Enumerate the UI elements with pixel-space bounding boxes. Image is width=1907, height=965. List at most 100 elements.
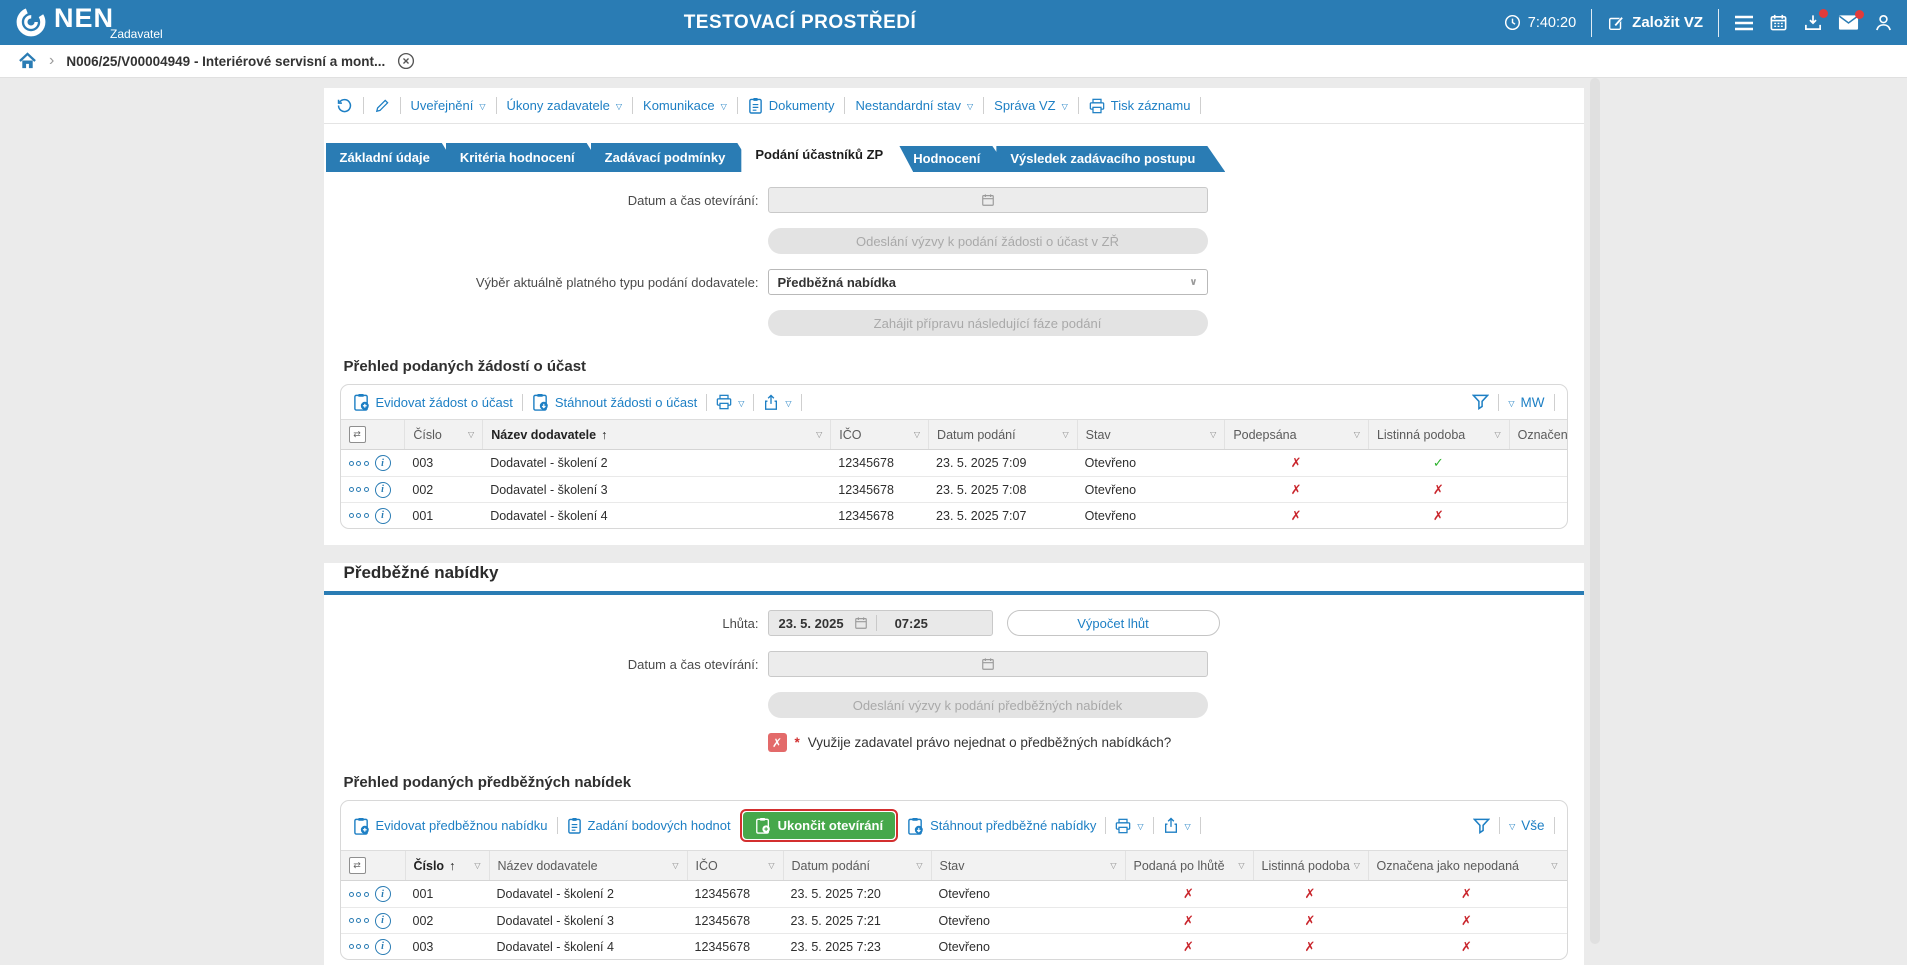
zadani-bodovych-hodnot-button[interactable]: Zadání bodových hodnot <box>567 817 731 834</box>
menu-nestandardni-stav[interactable]: Nestandardní stav▽ <box>855 98 973 113</box>
table-row[interactable]: i002Dodavatel - školení 31234567823. 5. … <box>341 476 1567 502</box>
row-actions-icon[interactable] <box>349 918 369 923</box>
info-icon[interactable]: i <box>375 886 391 902</box>
column-header-stav[interactable]: Stav▽ <box>931 851 1125 880</box>
deadline-datetime-input[interactable]: 23. 5. 2025 07:25 <box>768 610 993 636</box>
column-header-podana-po-lhute[interactable]: Podaná po lhůtě▽ <box>1125 851 1253 880</box>
breadcrumb-item[interactable]: N006/25/V00004949 - Interiérové servisní… <box>66 54 385 69</box>
open-datetime-label: Datum a čas otevírání: <box>324 193 768 208</box>
column-header-datum[interactable]: Datum podání▽ <box>783 851 931 880</box>
evidovat-nabidku-button[interactable]: Evidovat předběžnou nabídku <box>353 817 548 835</box>
column-header-nazev[interactable]: Název dodavatele▽ <box>489 851 687 880</box>
inbox-button[interactable] <box>1803 13 1823 32</box>
late-mark: ✗ <box>1125 934 1253 959</box>
menu-tisk-zaznamu[interactable]: Tisk záznamu <box>1089 98 1191 114</box>
row-actions-icon[interactable] <box>349 487 369 492</box>
row-actions-icon[interactable] <box>349 892 369 897</box>
paper-mark: ✗ <box>1253 881 1368 907</box>
column-header-oznacena[interactable]: Označena jako nepodaná▽ <box>1368 851 1566 880</box>
column-header-ico[interactable]: IČO▽ <box>687 851 783 880</box>
calendar-button[interactable] <box>1769 13 1788 32</box>
filter-button[interactable] <box>1472 394 1489 410</box>
create-vz-button[interactable]: Založit VZ <box>1607 14 1703 32</box>
column-header-cislo[interactable]: Číslo↑▽ <box>405 851 489 880</box>
tab-kriteria-hodnoceni[interactable]: Kritéria hodnocení <box>446 143 605 172</box>
row-actions-icon[interactable] <box>349 513 369 518</box>
column-header-cislo[interactable]: Číslo▽ <box>404 420 482 449</box>
checkbox-no-icon[interactable]: ✗ <box>768 733 787 752</box>
stahnout-zadosti-button[interactable]: Stáhnout žádosti o účast <box>532 393 697 411</box>
column-header-listinna[interactable]: Listinná podoba▽ <box>1368 420 1509 449</box>
tab-zakladni-udaje[interactable]: Základní údaje <box>326 143 460 172</box>
column-header-ico[interactable]: IČO▽ <box>830 420 928 449</box>
home-icon[interactable] <box>18 52 37 70</box>
table-row[interactable]: i001Dodavatel - školení 21234567823. 5. … <box>341 881 1567 907</box>
grid-settings-icon[interactable]: ⇄ <box>349 426 366 443</box>
messages-badge <box>1855 10 1864 19</box>
info-icon[interactable]: i <box>375 913 391 929</box>
export-grid-button[interactable]: ▽ <box>1163 817 1191 834</box>
menu-komunikace[interactable]: Komunikace▽ <box>643 98 727 113</box>
deadline-date-value[interactable]: 23. 5. 2025 <box>769 616 854 631</box>
grid-settings-icon[interactable]: ⇄ <box>349 857 366 874</box>
tab-hodnoceni[interactable]: Hodnocení <box>899 146 1010 172</box>
messages-button[interactable] <box>1838 14 1859 31</box>
menu-sprava-vz[interactable]: Správa VZ▽ <box>994 98 1068 113</box>
column-header-stav[interactable]: Stav▽ <box>1077 420 1225 449</box>
column-header-oznacena[interactable]: Označena jako nepodaná <box>1509 420 1567 449</box>
view-selector[interactable]: ▽ MW <box>1508 395 1544 410</box>
tab-zadavaci-podminky[interactable]: Zadávací podmínky <box>591 143 756 172</box>
evidovat-zadost-button[interactable]: Evidovat žádost o účast <box>353 393 513 411</box>
column-header-nazev[interactable]: Název dodavatele↑▽ <box>482 420 830 449</box>
clipboard-plus-icon <box>353 817 370 835</box>
filter-caret-icon: ▽ <box>1350 861 1360 870</box>
table-cell: 12345678 <box>687 908 783 933</box>
prelim-table-title: Přehled podaných předběžných nabídek <box>344 774 1584 791</box>
export-grid-button[interactable]: ▽ <box>763 394 791 411</box>
filter-caret-icon: ▽ <box>1490 430 1500 439</box>
table-row[interactable]: i003Dodavatel - školení 41234567823. 5. … <box>341 933 1567 959</box>
filter-caret-icon: ▽ <box>912 861 922 870</box>
user-button[interactable] <box>1874 13 1893 32</box>
refresh-button[interactable] <box>336 97 353 114</box>
calendar-icon[interactable] <box>854 616 868 630</box>
table-cell: 002 <box>404 477 482 502</box>
submission-type-select[interactable]: Předběžná nabídka ∨ <box>768 269 1208 295</box>
close-tab-icon[interactable] <box>397 52 415 70</box>
filter-button[interactable] <box>1473 818 1490 834</box>
table-row[interactable]: i001Dodavatel - školení 41234567823. 5. … <box>341 502 1567 528</box>
stahnout-nabidky-button[interactable]: Stáhnout předběžné nabídky <box>907 817 1096 835</box>
calc-deadlines-button[interactable]: Výpočet lhůt <box>1007 610 1220 636</box>
info-icon[interactable]: i <box>375 939 391 955</box>
row-actions-icon[interactable] <box>349 944 369 949</box>
menu-dokumenty[interactable]: Dokumenty <box>748 97 835 114</box>
menu-uverejneni[interactable]: Uveřejnění▽ <box>411 98 486 113</box>
menu-button[interactable] <box>1734 15 1754 31</box>
column-header-podepsana[interactable]: Podepsána▽ <box>1224 420 1368 449</box>
tab-vysledek[interactable]: Výsledek zadávacího postupu <box>996 146 1225 172</box>
column-header-listinna[interactable]: Listinná podoba▽ <box>1253 851 1368 880</box>
header-divider <box>1718 9 1719 37</box>
deadline-time-value[interactable]: 07:25 <box>885 616 938 631</box>
info-icon[interactable]: i <box>375 455 391 471</box>
row-actions-icon[interactable] <box>349 461 369 466</box>
info-icon[interactable]: i <box>375 508 391 524</box>
app-header: NEN Zadavatel TESTOVACÍ PROSTŘEDÍ 7:40:2… <box>0 0 1907 45</box>
view-selector[interactable]: ▽ Vše <box>1509 818 1544 833</box>
edit-record-button[interactable] <box>374 98 390 114</box>
page-scrollbar[interactable] <box>1590 78 1600 944</box>
ukoncit-otevirani-button[interactable]: Ukončit otevírání <box>743 812 895 839</box>
table-cell: 12345678 <box>830 477 928 502</box>
table-row[interactable]: i002Dodavatel - školení 31234567823. 5. … <box>341 907 1567 933</box>
tab-podani-ucastniku[interactable]: Podání účastníků ZP <box>741 138 913 172</box>
column-header-datum[interactable]: Datum podání▽ <box>928 420 1077 449</box>
table-row[interactable]: i003Dodavatel - školení 21234567823. 5. … <box>341 450 1567 476</box>
info-icon[interactable]: i <box>375 482 391 498</box>
print-grid-button[interactable]: ▽ <box>1115 818 1143 834</box>
app-logo[interactable]: NEN Zadavatel <box>14 5 163 40</box>
signed-mark: ✗ <box>1224 477 1368 502</box>
menu-ukony-zadavatele[interactable]: Úkony zadavatele▽ <box>507 98 623 113</box>
print-grid-button[interactable]: ▽ <box>716 394 744 410</box>
record-tabs: Základní údaje Kritéria hodnocení Zadáva… <box>324 138 1584 172</box>
funnel-icon <box>1472 394 1489 410</box>
